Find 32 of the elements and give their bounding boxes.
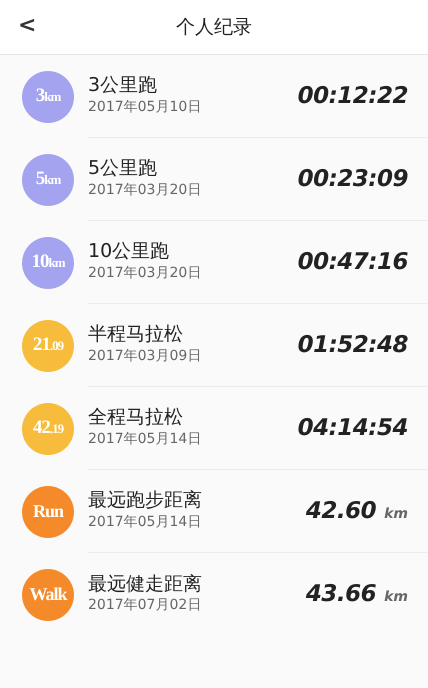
record-value: 04:14:54 (298, 414, 408, 443)
record-name: 5公里跑 (88, 157, 158, 180)
unit-label: km (384, 504, 408, 524)
record-date: 2017年03月09日 (88, 346, 202, 366)
record-name: 最远健走距离 (88, 572, 202, 596)
record-name: 半程马拉松 (88, 323, 184, 346)
record-value: 43.66 (306, 580, 376, 610)
record-name: 最远跑步距离 (88, 489, 202, 512)
record-badge: Walk (22, 568, 74, 620)
record-date: 2017年03月20日 (88, 264, 202, 283)
record-name: 10公里跑 (88, 240, 170, 263)
record-date: 2017年03月20日 (88, 180, 202, 200)
record-badge: 3km (22, 70, 74, 122)
record-date: 2017年05月10日 (88, 98, 202, 117)
record-name: 全程马拉松 (88, 406, 184, 429)
record-badge: 21.09 (22, 320, 74, 372)
record-value: 01:52:48 (298, 330, 408, 360)
record-value: 00:12:22 (298, 82, 408, 111)
record-badge: 42.19 (22, 402, 74, 454)
record-value: 00:23:09 (298, 164, 408, 194)
record-date: 2017年07月02日 (88, 596, 202, 616)
back-button[interactable]: < (14, 12, 40, 40)
record-date: 2017年05月14日 (88, 512, 202, 532)
record-name: 3公里跑 (88, 74, 158, 97)
page-title: 个人纪录 (176, 14, 252, 40)
record-value: 00:47:16 (298, 248, 408, 277)
record-badge: Run (22, 486, 74, 538)
record-badge: 5km (22, 154, 74, 206)
unit-label: km (384, 588, 408, 608)
record-value: 42.60 (306, 496, 376, 526)
record-date: 2017年05月14日 (88, 430, 202, 449)
record-badge: 10km (22, 236, 74, 288)
